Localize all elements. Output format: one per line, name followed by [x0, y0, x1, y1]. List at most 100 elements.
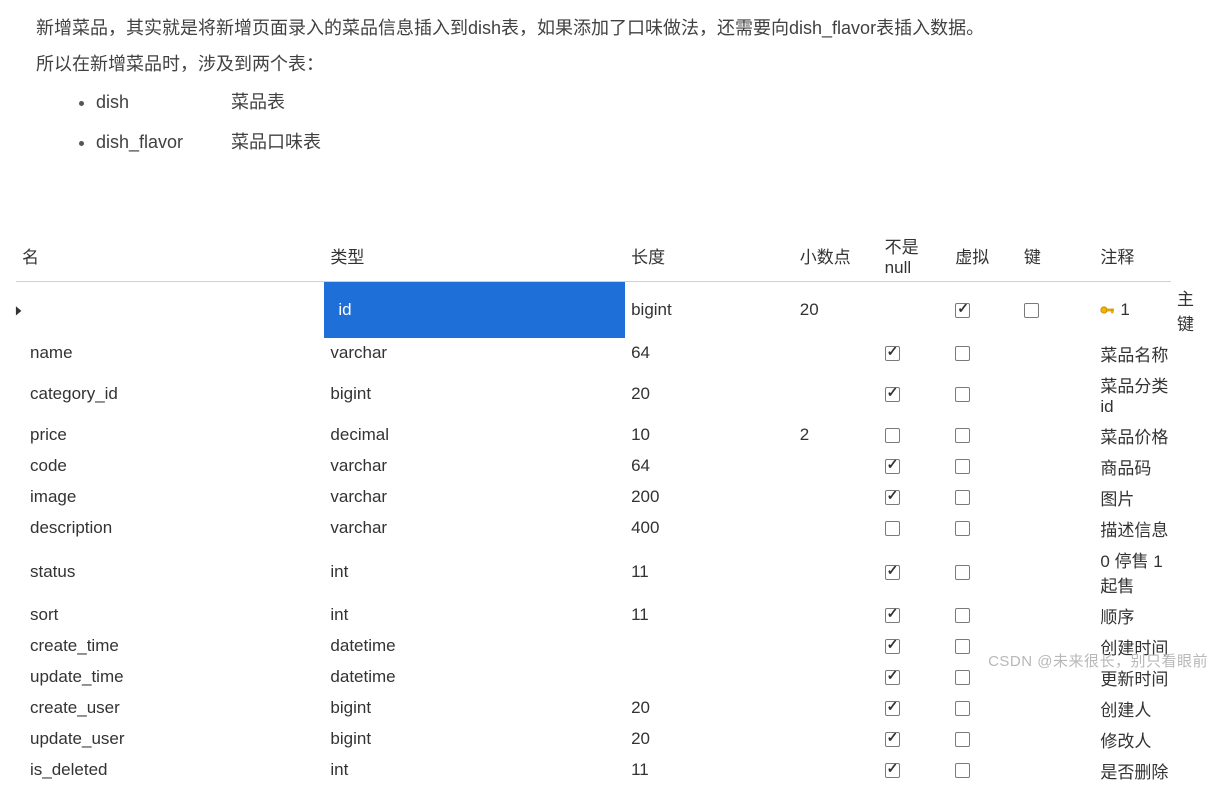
- cell-key[interactable]: [1018, 693, 1095, 724]
- cell-length[interactable]: 11: [625, 755, 794, 786]
- cell-decimal[interactable]: [794, 600, 879, 631]
- table-row[interactable]: namevarchar64菜品名称: [16, 338, 1196, 369]
- cell-notnull[interactable]: [879, 724, 950, 755]
- table-row[interactable]: pricedecimal102菜品价格: [16, 420, 1196, 451]
- cell-name[interactable]: id: [324, 282, 625, 338]
- cell-type[interactable]: varchar: [324, 451, 625, 482]
- cell-name[interactable]: is_deleted: [16, 755, 324, 786]
- cell-key[interactable]: [1018, 513, 1095, 544]
- checkbox-notnull[interactable]: [885, 732, 900, 747]
- checkbox-notnull[interactable]: [885, 639, 900, 654]
- cell-virtual[interactable]: [1018, 282, 1095, 338]
- checkbox-notnull[interactable]: [885, 763, 900, 778]
- cell-comment[interactable]: 修改人: [1094, 724, 1171, 755]
- cell-decimal[interactable]: 2: [794, 420, 879, 451]
- cell-comment[interactable]: 菜品名称: [1094, 338, 1171, 369]
- cell-type[interactable]: int: [324, 544, 625, 600]
- cell-notnull[interactable]: [879, 755, 950, 786]
- cell-name[interactable]: price: [16, 420, 324, 451]
- cell-virtual[interactable]: [949, 693, 1018, 724]
- checkbox-notnull[interactable]: [885, 428, 900, 443]
- cell-notnull[interactable]: [879, 513, 950, 544]
- cell-notnull[interactable]: [879, 420, 950, 451]
- cell-name[interactable]: category_id: [16, 369, 324, 420]
- cell-length[interactable]: 10: [625, 420, 794, 451]
- cell-key[interactable]: [1018, 482, 1095, 513]
- table-row[interactable]: category_idbigint20菜品分类id: [16, 369, 1196, 420]
- cell-type[interactable]: bigint: [324, 693, 625, 724]
- cell-decimal[interactable]: [794, 662, 879, 693]
- cell-virtual[interactable]: [949, 451, 1018, 482]
- cell-key[interactable]: [1018, 420, 1095, 451]
- cell-length[interactable]: [625, 662, 794, 693]
- cell-decimal[interactable]: [879, 282, 950, 338]
- cell-length[interactable]: 64: [625, 338, 794, 369]
- cell-key[interactable]: [1018, 369, 1095, 420]
- th-decimal[interactable]: 小数点: [794, 230, 879, 282]
- table-row[interactable]: idbigint201主键: [16, 282, 1196, 338]
- cell-notnull[interactable]: [879, 338, 950, 369]
- cell-decimal[interactable]: [794, 693, 879, 724]
- cell-notnull[interactable]: [879, 369, 950, 420]
- checkbox-virtual[interactable]: [955, 732, 970, 747]
- cell-notnull[interactable]: [879, 693, 950, 724]
- cell-comment[interactable]: 创建人: [1094, 693, 1171, 724]
- checkbox-virtual[interactable]: [955, 387, 970, 402]
- cell-length[interactable]: 11: [625, 544, 794, 600]
- checkbox-virtual[interactable]: [955, 608, 970, 623]
- cell-decimal[interactable]: [794, 451, 879, 482]
- cell-notnull[interactable]: [879, 662, 950, 693]
- cell-key[interactable]: [1018, 600, 1095, 631]
- checkbox-virtual[interactable]: [955, 521, 970, 536]
- checkbox-virtual[interactable]: [955, 428, 970, 443]
- cell-key[interactable]: [1018, 544, 1095, 600]
- cell-virtual[interactable]: [949, 420, 1018, 451]
- cell-name[interactable]: create_time: [16, 631, 324, 662]
- cell-name[interactable]: description: [16, 513, 324, 544]
- cell-comment[interactable]: 0 停售 1 起售: [1094, 544, 1171, 600]
- cell-type[interactable]: bigint: [625, 282, 794, 338]
- checkbox-virtual[interactable]: [955, 565, 970, 580]
- th-virtual[interactable]: 虚拟: [949, 230, 1018, 282]
- cell-notnull[interactable]: [879, 482, 950, 513]
- cell-length[interactable]: 20: [794, 282, 879, 338]
- cell-type[interactable]: datetime: [324, 662, 625, 693]
- cell-name[interactable]: update_time: [16, 662, 324, 693]
- table-row[interactable]: update_userbigint20修改人: [16, 724, 1196, 755]
- checkbox-notnull[interactable]: [885, 387, 900, 402]
- cell-key[interactable]: [1018, 755, 1095, 786]
- table-row[interactable]: imagevarchar200图片: [16, 482, 1196, 513]
- table-row[interactable]: statusint11 0 停售 1 起售: [16, 544, 1196, 600]
- cell-name[interactable]: code: [16, 451, 324, 482]
- cell-decimal[interactable]: [794, 369, 879, 420]
- cell-comment[interactable]: 顺序: [1094, 600, 1171, 631]
- cell-notnull[interactable]: [949, 282, 1018, 338]
- th-notnull[interactable]: 不是 null: [879, 230, 950, 282]
- cell-length[interactable]: [625, 631, 794, 662]
- cell-comment[interactable]: 主键: [1171, 282, 1196, 338]
- checkbox-virtual[interactable]: [955, 346, 970, 361]
- checkbox-virtual[interactable]: [955, 670, 970, 685]
- checkbox-notnull[interactable]: [885, 608, 900, 623]
- table-row[interactable]: is_deletedint11是否删除: [16, 755, 1196, 786]
- checkbox-notnull[interactable]: [955, 303, 970, 318]
- th-key[interactable]: 键: [1018, 230, 1095, 282]
- cell-comment[interactable]: 菜品价格: [1094, 420, 1171, 451]
- checkbox-virtual[interactable]: [955, 639, 970, 654]
- cell-key[interactable]: [1018, 451, 1095, 482]
- cell-notnull[interactable]: [879, 451, 950, 482]
- cell-virtual[interactable]: [949, 755, 1018, 786]
- cell-length[interactable]: 64: [625, 451, 794, 482]
- cell-virtual[interactable]: [949, 544, 1018, 600]
- cell-length[interactable]: 20: [625, 693, 794, 724]
- cell-decimal[interactable]: [794, 544, 879, 600]
- checkbox-notnull[interactable]: [885, 459, 900, 474]
- cell-name[interactable]: status: [16, 544, 324, 600]
- cell-decimal[interactable]: [794, 338, 879, 369]
- cell-decimal[interactable]: [794, 513, 879, 544]
- checkbox-virtual[interactable]: [955, 701, 970, 716]
- checkbox-notnull[interactable]: [885, 565, 900, 580]
- checkbox-notnull[interactable]: [885, 521, 900, 536]
- checkbox-virtual[interactable]: [955, 763, 970, 778]
- cell-comment[interactable]: 是否删除: [1094, 755, 1171, 786]
